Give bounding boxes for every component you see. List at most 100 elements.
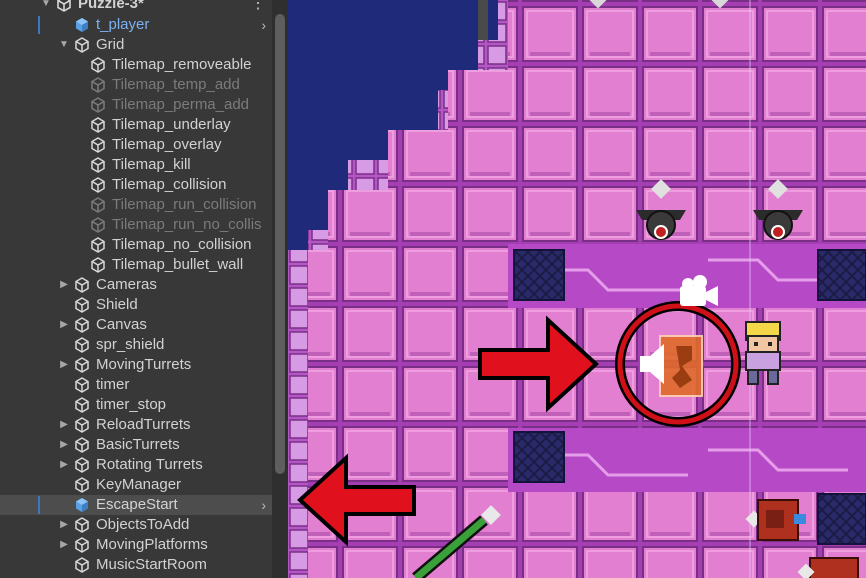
hierarchy-item[interactable]: Tilemap_removeable xyxy=(0,55,272,75)
hierarchy-item-label: Tilemap_overlay xyxy=(112,136,222,153)
cube-icon xyxy=(74,417,90,433)
cube-icon xyxy=(74,537,90,553)
hierarchy-item-label: timer_stop xyxy=(96,396,167,413)
hierarchy-item-label: spr_shield xyxy=(96,336,165,353)
cube-icon xyxy=(90,77,106,93)
fold-open-icon[interactable]: ▼ xyxy=(40,0,52,14)
fold-closed-icon[interactable]: ▶ xyxy=(58,275,70,295)
chevron-right-icon[interactable]: › xyxy=(261,495,266,515)
hierarchy-item[interactable]: ▶ ReloadTurrets xyxy=(0,415,272,435)
hierarchy-item-label: Tilemap_run_no_collis xyxy=(112,216,262,233)
hierarchy-item-label: Shield xyxy=(96,296,138,313)
hierarchy-item-label: t_player xyxy=(96,16,150,33)
hierarchy-item-label: Cameras xyxy=(96,276,157,293)
cube-icon xyxy=(90,157,106,173)
cube-icon xyxy=(74,477,90,493)
hierarchy-item[interactable]: ▶ Rotating Turrets xyxy=(0,455,272,475)
cube-icon xyxy=(90,177,106,193)
cube-icon xyxy=(74,357,90,373)
scene-view[interactable] xyxy=(288,0,866,578)
hierarchy-panel: ▼ Puzzle-3* ⋮ t_player › ▼ Grid Tilemap_remo… xyxy=(0,0,288,578)
floor-grate xyxy=(817,249,866,301)
hierarchy-item[interactable]: EscapeStart › xyxy=(0,495,272,515)
hierarchy-item-label: ObjectsToAdd xyxy=(96,516,190,533)
scene-canvas[interactable] xyxy=(288,0,866,578)
hierarchy-item[interactable]: Tilemap_bullet_wall xyxy=(0,255,272,275)
cube-icon xyxy=(74,297,90,313)
hierarchy-item-label: Canvas xyxy=(96,316,147,333)
unity-scene-icon xyxy=(57,0,71,12)
hierarchy-item-label: KeyManager xyxy=(96,476,182,493)
hierarchy-item[interactable]: ▶ Cameras xyxy=(0,275,272,295)
floor-grate xyxy=(513,249,565,301)
hierarchy-item[interactable]: Tilemap_run_collision xyxy=(0,195,272,215)
more-options-icon[interactable]: ⋮ xyxy=(250,0,266,12)
hierarchy-item[interactable]: Tilemap_run_no_collis xyxy=(0,215,272,235)
hierarchy-item[interactable]: ▶ BasicTurrets xyxy=(0,435,272,455)
hierarchy-item[interactable]: Tilemap_temp_add xyxy=(0,75,272,95)
cube-icon xyxy=(74,457,90,473)
hierarchy-item[interactable]: Tilemap_no_collision xyxy=(0,235,272,255)
cube-icon xyxy=(74,437,90,453)
hierarchy-item[interactable]: Shield xyxy=(0,295,272,315)
chevron-right-icon[interactable]: › xyxy=(261,15,266,35)
prefab-override-marker xyxy=(38,496,40,514)
hierarchy-item[interactable]: ▶ ObjectsToAdd xyxy=(0,515,272,535)
hierarchy-item-label: Rotating Turrets xyxy=(96,456,203,473)
cube-icon xyxy=(74,317,90,333)
hierarchy-item-label: ReloadTurrets xyxy=(96,416,191,433)
fold-closed-icon[interactable]: ▶ xyxy=(58,315,70,335)
hierarchy-item[interactable]: KeyManager xyxy=(0,475,272,495)
cube-icon xyxy=(90,97,106,113)
cube-icon xyxy=(90,197,106,213)
hierarchy-item-label: MusicStartRoom xyxy=(96,556,207,573)
cube-icon xyxy=(90,257,106,273)
hierarchy-item[interactable]: Tilemap_overlay xyxy=(0,135,272,155)
hierarchy-item[interactable]: t_player › xyxy=(0,15,272,35)
cube-icon xyxy=(90,217,106,233)
hierarchy-item-label: Tilemap_bullet_wall xyxy=(112,256,244,273)
hierarchy-item[interactable]: Tilemap_underlay xyxy=(0,115,272,135)
fold-closed-icon[interactable]: ▶ xyxy=(58,455,70,475)
fold-closed-icon[interactable]: ▶ xyxy=(58,535,70,555)
hierarchy-item-label: Tilemap_no_collision xyxy=(112,236,252,253)
hierarchy-item[interactable]: MusicStartRoom xyxy=(0,555,272,575)
cube-icon xyxy=(74,377,90,393)
cube-icon xyxy=(74,337,90,353)
fold-closed-icon[interactable]: ▶ xyxy=(58,515,70,535)
hierarchy-item[interactable]: ▼ Grid xyxy=(0,35,272,55)
hierarchy-item[interactable]: timer_stop xyxy=(0,395,272,415)
hierarchy-item[interactable]: spr_shield xyxy=(0,335,272,355)
cube-icon xyxy=(90,137,106,153)
hierarchy-item-label: MovingTurrets xyxy=(96,356,192,373)
hierarchy-item-label: Tilemap_temp_add xyxy=(112,76,240,93)
hierarchy-item[interactable]: timer xyxy=(0,375,272,395)
hierarchy-item[interactable]: ▶ MovingPlatforms xyxy=(0,535,272,555)
cube-icon xyxy=(74,397,90,413)
scrollbar-thumb[interactable] xyxy=(275,14,285,474)
cube-icon xyxy=(74,517,90,533)
hierarchy-item-label: Tilemap_removeable xyxy=(112,56,252,73)
prefab-cube-icon xyxy=(74,17,90,33)
hierarchy-item-label: Tilemap_collision xyxy=(112,176,227,193)
hierarchy-item[interactable]: ▶ Canvas xyxy=(0,315,272,335)
hierarchy-item-label: BasicTurrets xyxy=(96,436,180,453)
cube-icon xyxy=(74,37,90,53)
hierarchy-item-label: Tilemap_run_collision xyxy=(112,196,257,213)
fold-closed-icon[interactable]: ▶ xyxy=(58,355,70,375)
fold-closed-icon[interactable]: ▶ xyxy=(58,435,70,455)
prefab-cube-icon xyxy=(74,497,90,513)
hierarchy-item[interactable]: Tilemap_perma_add xyxy=(0,95,272,115)
hierarchy-item-label: Tilemap_kill xyxy=(112,156,191,173)
floor-grate xyxy=(817,493,866,545)
hierarchy-item-label: timer xyxy=(96,376,130,393)
hierarchy-item[interactable]: Tilemap_kill xyxy=(0,155,272,175)
hierarchy-item-label: Tilemap_underlay xyxy=(112,116,231,133)
fold-open-icon[interactable]: ▼ xyxy=(58,35,70,55)
hierarchy-item-label: EscapeStart xyxy=(96,496,178,513)
cube-icon xyxy=(90,117,106,133)
fold-closed-icon[interactable]: ▶ xyxy=(58,415,70,435)
scene-header-row[interactable]: ▼ Puzzle-3* xyxy=(0,0,272,14)
hierarchy-item[interactable]: ▶ MovingTurrets xyxy=(0,355,272,375)
hierarchy-item[interactable]: Tilemap_collision xyxy=(0,175,272,195)
